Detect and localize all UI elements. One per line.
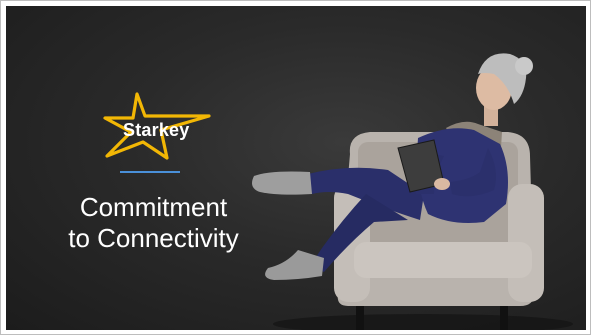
sock-left — [265, 250, 324, 280]
title-line-2: to Connectivity — [68, 223, 239, 253]
sock-right — [252, 171, 312, 195]
title-line-1: Commitment — [79, 192, 228, 222]
logo-text: Starkey — [123, 120, 190, 140]
blue-divider — [120, 171, 180, 173]
hair-bun — [515, 57, 533, 75]
woman-in-armchair-photo — [252, 53, 573, 330]
hand — [434, 178, 450, 190]
slide-frame: Starkey Commitment to Connectivity — [0, 0, 591, 335]
starkey-logo: Starkey — [101, 92, 211, 164]
seat-cushion — [354, 242, 532, 278]
floor-shadow — [273, 314, 573, 330]
slide: Starkey Commitment to Connectivity — [6, 6, 586, 330]
slide-title: Commitment to Connectivity — [36, 192, 271, 254]
